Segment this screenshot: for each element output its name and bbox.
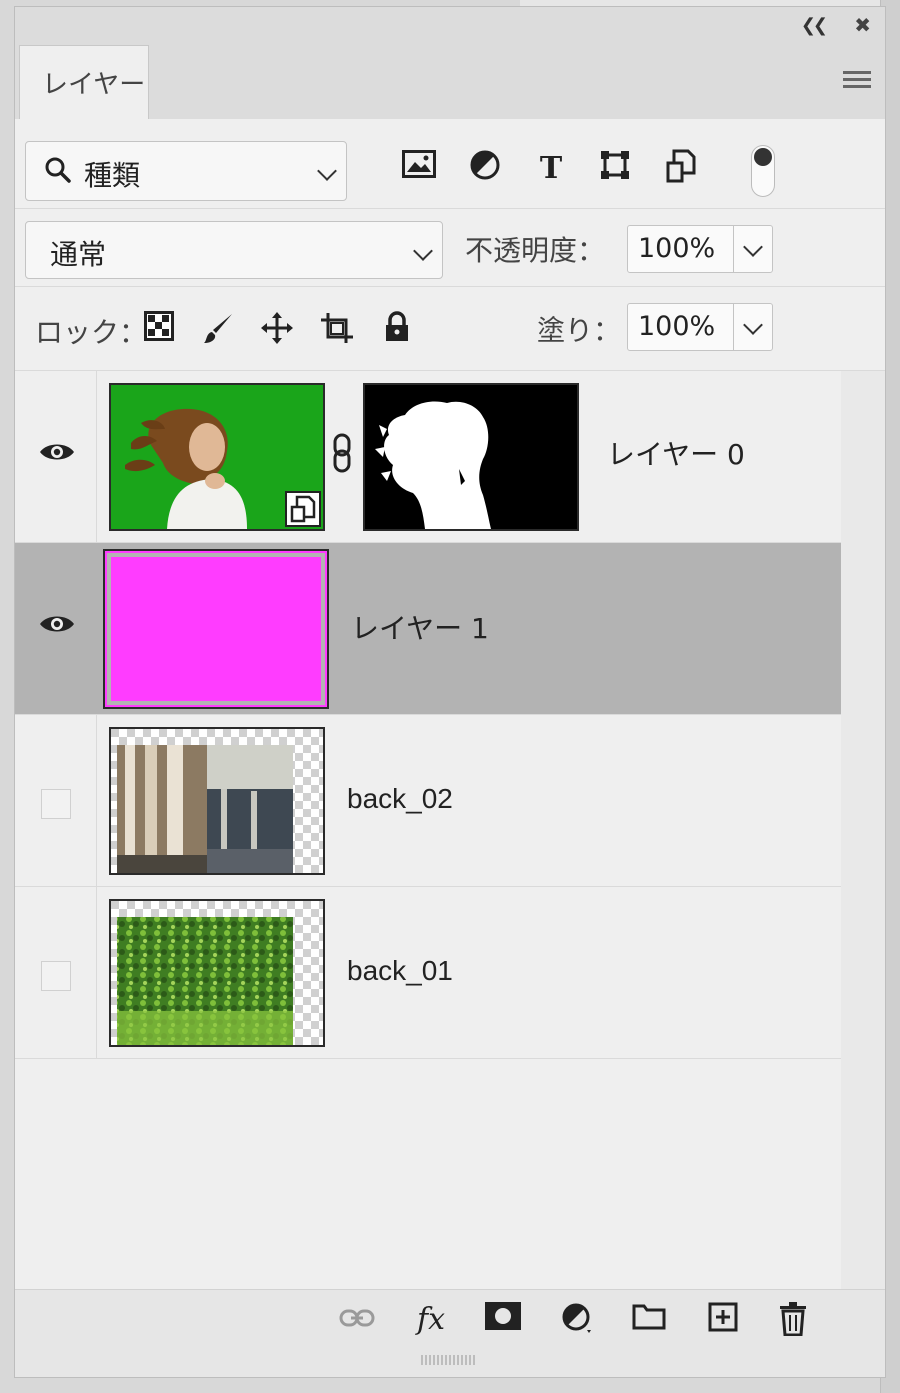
lock-row: ロック： 塗り： 100% <box>15 287 885 371</box>
lock-label: ロック： <box>35 316 148 349</box>
lock-transparent-pixels-icon[interactable] <box>139 311 179 351</box>
opacity-value: 100% <box>638 233 716 264</box>
layer-thumbnail[interactable] <box>109 899 325 1047</box>
panel-menu-icon[interactable] <box>843 71 871 91</box>
chevron-down-icon <box>413 241 433 261</box>
tab-layers[interactable]: レイヤー <box>19 45 149 121</box>
layer-thumbnail[interactable] <box>109 383 325 531</box>
blend-row: 通常 不透明度： 100% <box>15 209 885 287</box>
visibility-toggle-box[interactable] <box>41 789 71 819</box>
layer-row[interactable]: back_01 <box>15 887 841 1059</box>
new-group-icon[interactable] <box>631 1302 667 1338</box>
eye-icon[interactable] <box>39 613 75 635</box>
layer-thumbnail[interactable] <box>103 549 329 709</box>
layer-row[interactable]: back_02 <box>15 715 841 887</box>
layers-scrollbar[interactable] <box>841 371 885 1289</box>
fill-value: 100% <box>638 311 716 342</box>
fill-label: 塗り： <box>537 314 622 347</box>
panel-body: 種類 T 通常 不透明度： 100% ロック： 塗り： 100% レイヤー 0 … <box>15 119 885 1289</box>
chevron-down-icon[interactable] <box>743 237 763 257</box>
lock-artboard-icon[interactable] <box>317 311 357 351</box>
lock-position-icon[interactable] <box>257 311 297 351</box>
chevron-down-icon <box>317 161 337 181</box>
visibility-toggle-box[interactable] <box>41 961 71 991</box>
close-icon[interactable]: ✖ <box>854 13 871 37</box>
fill-field[interactable]: 100% <box>627 303 773 351</box>
double-chevron-left-icon[interactable]: ❮❮ <box>801 15 828 36</box>
shape-filter-icon[interactable] <box>595 149 635 189</box>
layer-thumbnail[interactable] <box>109 727 325 875</box>
layer-name[interactable]: レイヤー 0 <box>607 433 745 473</box>
link-layers-icon[interactable] <box>339 1302 375 1338</box>
eye-icon[interactable] <box>39 441 75 463</box>
delete-layer-icon[interactable] <box>775 1302 811 1338</box>
tab-layers-label: レイヤー <box>42 70 146 100</box>
type-filter-icon[interactable]: T <box>531 149 571 189</box>
adjustment-filter-icon[interactable] <box>465 149 505 189</box>
filter-toggle-switch[interactable] <box>751 145 775 197</box>
blend-mode-dropdown[interactable]: 通常 <box>25 221 443 279</box>
blend-mode-label: 通常 <box>50 238 107 271</box>
lock-all-icon[interactable] <box>377 311 417 351</box>
new-adjustment-layer-icon[interactable] <box>559 1302 595 1338</box>
panel-resize-grip[interactable] <box>421 1355 477 1365</box>
chain-link-icon[interactable] <box>331 433 353 473</box>
panel-footer: fx <box>15 1289 885 1351</box>
panel-tab-row: レイヤー <box>15 43 885 121</box>
filter-kind-label: 種類 <box>84 159 141 192</box>
layer-name[interactable]: back_01 <box>347 955 453 987</box>
layer-row[interactable]: レイヤー 0 <box>15 371 841 543</box>
filter-kind-dropdown[interactable]: 種類 <box>25 141 347 201</box>
add-mask-icon[interactable] <box>485 1302 521 1338</box>
fx-icon[interactable]: fx <box>413 1302 449 1338</box>
layer-row[interactable]: レイヤー 1 <box>15 543 841 715</box>
layers-panel: ❮❮ ✖ レイヤー 種類 T 通常 不透明度： 100% ロック： 塗り： 10… <box>14 6 886 1378</box>
visibility-column <box>15 715 97 887</box>
lock-image-pixels-icon[interactable] <box>199 311 239 351</box>
layer-mask-thumbnail[interactable] <box>363 383 579 531</box>
filter-row: 種類 T <box>15 119 885 209</box>
image-filter-icon[interactable] <box>399 149 439 189</box>
chevron-down-icon[interactable] <box>743 315 763 335</box>
panel-title-bar: ❮❮ ✖ <box>15 7 885 43</box>
search-icon <box>44 156 72 191</box>
new-layer-icon[interactable] <box>705 1302 741 1338</box>
smart-object-filter-icon[interactable] <box>661 149 701 189</box>
visibility-column <box>15 887 97 1059</box>
layer-name[interactable]: back_02 <box>347 783 453 815</box>
opacity-field[interactable]: 100% <box>627 225 773 273</box>
visibility-column <box>15 371 97 543</box>
layer-name[interactable]: レイヤー 1 <box>351 607 489 647</box>
visibility-column <box>15 543 97 715</box>
smart-object-badge-icon <box>285 491 321 527</box>
opacity-label: 不透明度： <box>465 234 606 267</box>
